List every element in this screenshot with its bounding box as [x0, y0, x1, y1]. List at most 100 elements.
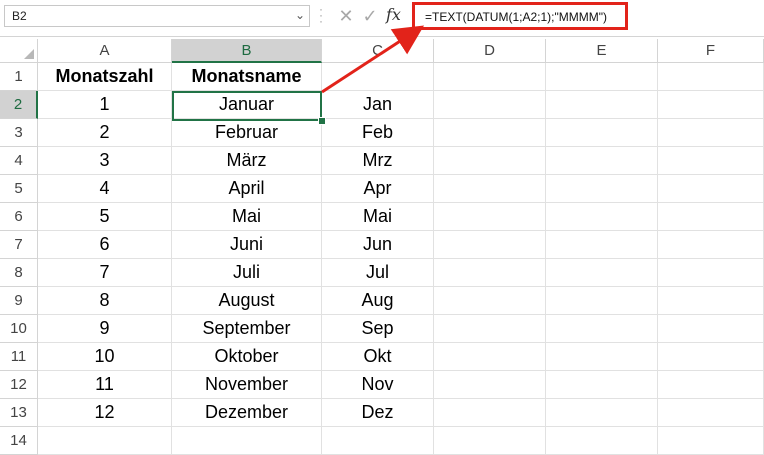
- cell-e9[interactable]: [546, 287, 658, 315]
- cell-a12[interactable]: 11: [38, 371, 172, 399]
- cell-c14[interactable]: [322, 427, 434, 455]
- cell-f10[interactable]: [658, 315, 764, 343]
- cell-e6[interactable]: [546, 203, 658, 231]
- cell-c6[interactable]: Mai: [322, 203, 434, 231]
- cell-e10[interactable]: [546, 315, 658, 343]
- drag-handle-icon[interactable]: · · ·: [318, 3, 324, 27]
- cell-a4[interactable]: 3: [38, 147, 172, 175]
- cell-e12[interactable]: [546, 371, 658, 399]
- cell-e2[interactable]: [546, 91, 658, 119]
- cell-c12[interactable]: Nov: [322, 371, 434, 399]
- cell-e1[interactable]: [546, 63, 658, 91]
- cell-e11[interactable]: [546, 343, 658, 371]
- cell-e8[interactable]: [546, 259, 658, 287]
- select-all-corner[interactable]: [0, 39, 38, 63]
- cell-f1[interactable]: [658, 63, 764, 91]
- cell-b11[interactable]: Oktober: [172, 343, 322, 371]
- cell-e13[interactable]: [546, 399, 658, 427]
- cell-a3[interactable]: 2: [38, 119, 172, 147]
- fill-handle[interactable]: [318, 117, 326, 125]
- row-header-5[interactable]: 5: [0, 175, 38, 203]
- row-header-6[interactable]: 6: [0, 203, 38, 231]
- chevron-down-icon[interactable]: ⌄: [295, 8, 305, 22]
- cell-a8[interactable]: 7: [38, 259, 172, 287]
- confirm-icon[interactable]: ✓: [358, 4, 382, 28]
- cell-b5[interactable]: April: [172, 175, 322, 203]
- formula-input[interactable]: =TEXT(DATUM(1;A2;1);"MMMM"): [412, 2, 628, 30]
- cell-a11[interactable]: 10: [38, 343, 172, 371]
- cell-c9[interactable]: Aug: [322, 287, 434, 315]
- row-header-14[interactable]: 14: [0, 427, 38, 455]
- cell-c10[interactable]: Sep: [322, 315, 434, 343]
- cell-f7[interactable]: [658, 231, 764, 259]
- cell-e7[interactable]: [546, 231, 658, 259]
- cell-c7[interactable]: Jun: [322, 231, 434, 259]
- cell-b10[interactable]: September: [172, 315, 322, 343]
- cell-f11[interactable]: [658, 343, 764, 371]
- cell-c13[interactable]: Dez: [322, 399, 434, 427]
- column-header-c[interactable]: C: [322, 39, 434, 63]
- cell-b3[interactable]: Februar: [172, 119, 322, 147]
- cell-f2[interactable]: [658, 91, 764, 119]
- row-header-3[interactable]: 3: [0, 119, 38, 147]
- cell-c3[interactable]: Feb: [322, 119, 434, 147]
- cell-f14[interactable]: [658, 427, 764, 455]
- cell-d9[interactable]: [434, 287, 546, 315]
- column-header-d[interactable]: D: [434, 39, 546, 63]
- cell-e14[interactable]: [546, 427, 658, 455]
- cell-b2[interactable]: Januar: [172, 91, 322, 119]
- cell-b4[interactable]: März: [172, 147, 322, 175]
- column-header-b[interactable]: B: [172, 39, 322, 63]
- cell-b1[interactable]: Monatsname: [172, 63, 322, 91]
- column-header-e[interactable]: E: [546, 39, 658, 63]
- cell-c8[interactable]: Jul: [322, 259, 434, 287]
- cell-b8[interactable]: Juli: [172, 259, 322, 287]
- row-header-11[interactable]: 11: [0, 343, 38, 371]
- cell-a1[interactable]: Monatszahl: [38, 63, 172, 91]
- cell-c1[interactable]: [322, 63, 434, 91]
- cell-a7[interactable]: 6: [38, 231, 172, 259]
- cell-b7[interactable]: Juni: [172, 231, 322, 259]
- cell-d12[interactable]: [434, 371, 546, 399]
- cell-b12[interactable]: November: [172, 371, 322, 399]
- name-box[interactable]: B2 ⌄: [4, 5, 310, 27]
- cell-d3[interactable]: [434, 119, 546, 147]
- cell-d10[interactable]: [434, 315, 546, 343]
- cell-d8[interactable]: [434, 259, 546, 287]
- cell-d1[interactable]: [434, 63, 546, 91]
- row-header-2[interactable]: 2: [0, 91, 38, 119]
- cell-b13[interactable]: Dezember: [172, 399, 322, 427]
- cell-a10[interactable]: 9: [38, 315, 172, 343]
- cell-a13[interactable]: 12: [38, 399, 172, 427]
- cell-a6[interactable]: 5: [38, 203, 172, 231]
- cell-f3[interactable]: [658, 119, 764, 147]
- column-header-f[interactable]: F: [658, 39, 764, 63]
- cell-c2[interactable]: Jan: [322, 91, 434, 119]
- row-header-4[interactable]: 4: [0, 147, 38, 175]
- cancel-icon[interactable]: ✕: [334, 4, 358, 28]
- cell-d2[interactable]: [434, 91, 546, 119]
- cell-a2[interactable]: 1: [38, 91, 172, 119]
- cell-b6[interactable]: Mai: [172, 203, 322, 231]
- cell-c11[interactable]: Okt: [322, 343, 434, 371]
- cell-e4[interactable]: [546, 147, 658, 175]
- cell-d11[interactable]: [434, 343, 546, 371]
- row-header-10[interactable]: 10: [0, 315, 38, 343]
- cell-f6[interactable]: [658, 203, 764, 231]
- row-header-13[interactable]: 13: [0, 399, 38, 427]
- cell-f4[interactable]: [658, 147, 764, 175]
- cell-f13[interactable]: [658, 399, 764, 427]
- cell-e3[interactable]: [546, 119, 658, 147]
- cell-e5[interactable]: [546, 175, 658, 203]
- cell-f12[interactable]: [658, 371, 764, 399]
- cell-d5[interactable]: [434, 175, 546, 203]
- cell-f8[interactable]: [658, 259, 764, 287]
- row-header-1[interactable]: 1: [0, 63, 38, 91]
- cell-f5[interactable]: [658, 175, 764, 203]
- cell-d4[interactable]: [434, 147, 546, 175]
- row-header-12[interactable]: 12: [0, 371, 38, 399]
- cell-d13[interactable]: [434, 399, 546, 427]
- cell-d14[interactable]: [434, 427, 546, 455]
- cell-c4[interactable]: Mrz: [322, 147, 434, 175]
- insert-function-icon[interactable]: fx: [386, 5, 401, 24]
